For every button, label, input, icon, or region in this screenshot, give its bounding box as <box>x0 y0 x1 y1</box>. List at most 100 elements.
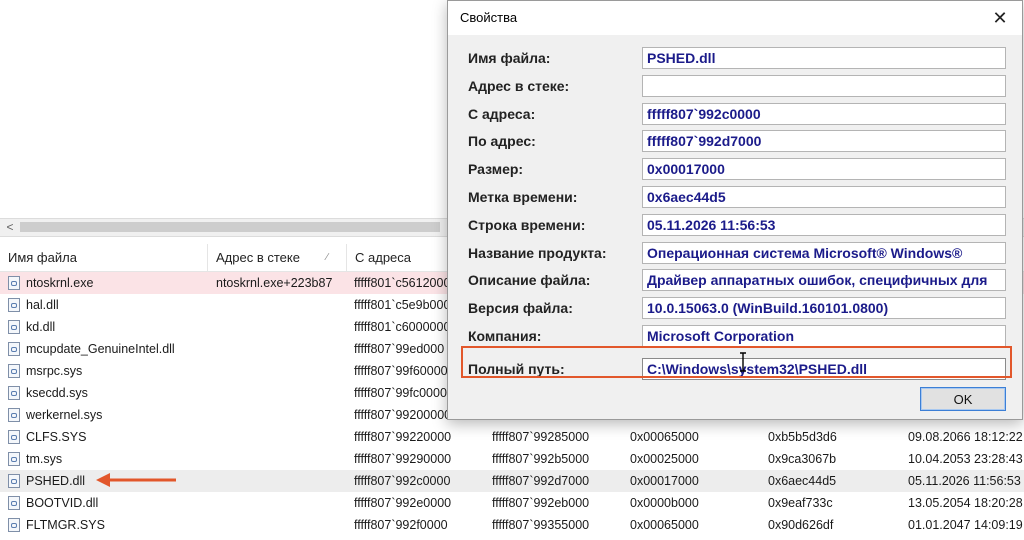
cell-stack-address <box>216 404 344 426</box>
property-label: Адрес в стеке: <box>468 77 570 94</box>
cell-stack-address <box>216 294 344 316</box>
column-header-file-name[interactable]: Имя файла <box>0 244 208 271</box>
cell-file-name: msrpc.sys <box>8 360 208 382</box>
cell-timestamp: 0x9eaf733c <box>768 496 833 510</box>
property-value-field[interactable]: 10.0.15063.0 (WinBuild.160101.0800) <box>642 297 1006 320</box>
module-file-icon <box>8 408 20 422</box>
cell-stack-address <box>216 382 344 404</box>
cell-stack-address <box>216 470 344 492</box>
table-row[interactable]: CLFS.SYS fffff807`99220000 fffff807`992850… <box>0 426 1024 448</box>
annotation-arrow-icon <box>96 473 176 487</box>
module-file-icon <box>8 342 20 356</box>
property-label: Имя файла: <box>468 50 551 66</box>
cell-datetime: 09.08.2066 18:12:22 <box>908 430 1023 444</box>
property-value-field[interactable]: fffff807`992d7000 <box>642 130 1006 153</box>
column-header-stack-address[interactable]: Адрес в стеке ∕ <box>208 244 347 271</box>
cell-to-address: fffff807`992eb000 <box>492 496 590 510</box>
property-row: Имя файла: PSHED.dll <box>460 45 1008 73</box>
cell-to-address: fffff807`99355000 <box>492 518 590 532</box>
property-label: Полный путь: <box>468 360 565 377</box>
cell-file-name: ntoskrnl.exe <box>8 272 208 294</box>
dialog-titlebar[interactable]: Свойства ✕ <box>448 1 1022 35</box>
property-row: Строка времени: 05.11.2026 11:56:53 <box>460 212 1008 240</box>
property-row: По адрес: fffff807`992d7000 <box>460 128 1008 156</box>
close-icon[interactable]: ✕ <box>978 1 1022 35</box>
cell-size: 0x00065000 <box>630 430 699 444</box>
property-row: Компания: Microsoft Corporation <box>460 323 1008 351</box>
cell-file-name: FLTMGR.SYS <box>8 514 208 536</box>
table-row[interactable]: tm.sys fffff807`99290000 fffff807`992b5000… <box>0 448 1024 470</box>
cell-stack-address <box>216 514 344 536</box>
cell-stack-address <box>216 338 344 360</box>
property-value-field[interactable]: 0x00017000 <box>642 158 1006 181</box>
property-label: По адрес: <box>468 133 536 150</box>
property-label: Строка времени: <box>468 216 586 233</box>
scroll-left-arrow-icon[interactable]: < <box>3 219 17 236</box>
text-cursor-icon <box>740 352 746 372</box>
cell-to-address: fffff807`992d7000 <box>492 474 590 488</box>
cell-timestamp: 0x9ca3067b <box>768 452 837 466</box>
cell-size: 0x00025000 <box>630 452 699 466</box>
property-row: Адрес в стеке: <box>460 73 1008 101</box>
dialog-title: Свойства <box>460 10 518 25</box>
cell-file-name: ksecdd.sys <box>8 382 208 404</box>
sort-indicator-icon: ∕ <box>326 252 328 263</box>
cell-size: 0x00065000 <box>630 518 699 532</box>
module-file-icon <box>8 298 20 312</box>
property-label: Размер: <box>468 161 524 178</box>
cell-file-name: BOOTVID.dll <box>8 492 208 514</box>
module-file-icon <box>8 320 20 334</box>
cell-stack-address <box>216 426 344 448</box>
property-row: Метка времени: 0x6aec44d5 <box>460 184 1008 212</box>
cell-from-address: fffff807`992f0000 <box>354 518 448 532</box>
property-value-field[interactable] <box>642 74 1006 97</box>
table-row[interactable]: FLTMGR.SYS fffff807`992f0000 fffff807`9935… <box>0 514 1024 536</box>
property-value-field[interactable]: PSHED.dll <box>642 47 1006 69</box>
property-value-field[interactable]: Драйвер аппаратных ошибок, специфичных д… <box>642 269 1006 292</box>
cell-stack-address: ntoskrnl.exe+223b87 <box>216 276 333 290</box>
cell-from-address: fffff807`992e0000 <box>354 496 452 510</box>
module-file-icon <box>8 496 20 510</box>
cell-timestamp: 0x6aec44d5 <box>768 474 837 488</box>
ok-button[interactable]: OK <box>920 387 1006 411</box>
cell-stack-address <box>216 360 344 382</box>
property-value-field[interactable]: 05.11.2026 11:56:53 <box>642 213 1006 236</box>
cell-file-name: tm.sys <box>8 448 208 470</box>
cell-datetime: 01.01.2047 14:09:19 <box>908 518 1023 532</box>
module-file-icon <box>8 430 20 444</box>
cell-file-name: kd.dll <box>8 316 208 338</box>
cell-from-address: fffff807`99290000 <box>354 452 452 466</box>
property-row: Версия файла: 10.0.15063.0 (WinBuild.1601… <box>460 295 1008 323</box>
cell-file-name: hal.dll <box>8 294 208 316</box>
cell-to-address: fffff807`992b5000 <box>492 452 590 466</box>
scrollbar-thumb[interactable] <box>20 222 440 232</box>
property-value-field[interactable]: C:\Windows\system32\PSHED.dll <box>642 357 1006 380</box>
property-label: Метка времени: <box>468 189 578 205</box>
property-row: Описание файла: Драйвер аппаратных ошибок… <box>460 267 1008 295</box>
module-file-icon <box>8 276 20 290</box>
cell-datetime: 05.11.2026 11:56:53 <box>908 474 1021 488</box>
cell-datetime: 13.05.2054 18:20:28 <box>908 496 1023 510</box>
cell-file-name: werkernel.sys <box>8 404 208 426</box>
cell-size: 0x00017000 <box>630 474 699 488</box>
property-value-field[interactable]: fffff807`992c0000 <box>642 102 1006 125</box>
property-label: Описание файла: <box>468 272 591 289</box>
module-file-icon <box>8 364 20 378</box>
cell-timestamp: 0x90d626df <box>768 518 834 532</box>
cell-file-name: mcupdate_GenuineIntel.dll <box>8 338 208 360</box>
cell-stack-address <box>216 492 344 514</box>
cell-timestamp: 0xb5b5d3d6 <box>768 430 837 444</box>
module-file-icon <box>8 474 20 488</box>
module-file-icon <box>8 452 20 466</box>
cell-file-name: CLFS.SYS <box>8 426 208 448</box>
cell-size: 0x0000b000 <box>630 496 699 510</box>
property-value-field[interactable]: Microsoft Corporation <box>642 325 1006 347</box>
property-value-field[interactable]: Операционная система Microsoft® Windows® <box>642 241 1006 264</box>
properties-dialog: Свойства ✕ Имя файла: PSHED.dll Адрес в ст… <box>447 0 1023 420</box>
table-row[interactable]: BOOTVID.dll fffff807`992e0000 fffff807`992… <box>0 492 1024 514</box>
property-label: Версия файла: <box>468 300 573 317</box>
cell-stack-address <box>216 316 344 338</box>
property-value-field[interactable]: 0x6aec44d5 <box>642 186 1006 208</box>
module-file-icon <box>8 518 20 532</box>
module-file-icon <box>8 386 20 400</box>
